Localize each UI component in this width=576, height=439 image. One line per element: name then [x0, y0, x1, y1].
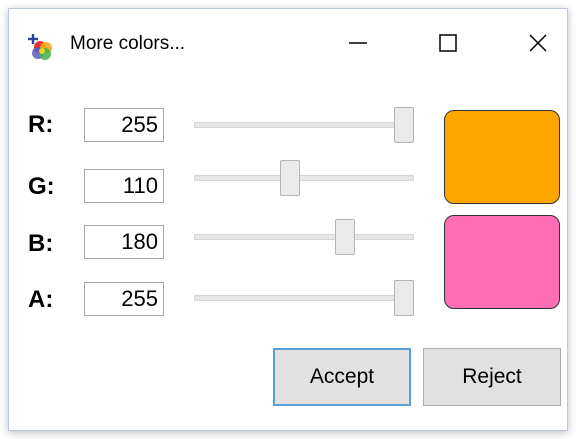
green-value-field[interactable]: [84, 169, 164, 203]
red-value-field[interactable]: [84, 108, 164, 142]
red-slider-thumb[interactable]: [394, 107, 414, 143]
green-slider-track[interactable]: [194, 175, 414, 181]
red-slider[interactable]: [194, 107, 414, 143]
blue-slider-track[interactable]: [194, 234, 414, 240]
blue-value-field[interactable]: [84, 225, 164, 259]
close-button[interactable]: [509, 23, 567, 63]
alpha-value-field[interactable]: [84, 282, 164, 316]
close-icon: [529, 34, 547, 52]
accept-button[interactable]: Accept: [273, 348, 411, 406]
minimize-button[interactable]: [329, 23, 387, 63]
color-palette-icon: [27, 33, 57, 63]
blue-slider[interactable]: [194, 219, 414, 255]
color-dialog-window: More colors... R: G:: [8, 8, 568, 431]
blue-label: B:: [28, 230, 54, 257]
window-title: More colors...: [70, 33, 186, 54]
alpha-slider[interactable]: [194, 280, 414, 316]
previous-color-swatch: [444, 110, 560, 204]
new-color-swatch: [444, 215, 560, 309]
blue-slider-thumb[interactable]: [335, 219, 356, 255]
maximize-icon: [439, 34, 457, 52]
green-slider-thumb[interactable]: [280, 160, 301, 196]
maximize-button[interactable]: [419, 23, 477, 63]
reject-button[interactable]: Reject: [423, 348, 561, 406]
alpha-slider-track[interactable]: [194, 295, 414, 301]
green-label: G:: [28, 173, 55, 200]
red-label: R:: [28, 111, 54, 138]
red-slider-track[interactable]: [194, 122, 414, 128]
alpha-slider-thumb[interactable]: [394, 280, 414, 316]
title-bar[interactable]: More colors...: [9, 9, 567, 69]
minimize-icon: [349, 34, 367, 52]
green-slider[interactable]: [194, 160, 414, 196]
alpha-label: A:: [28, 286, 54, 313]
